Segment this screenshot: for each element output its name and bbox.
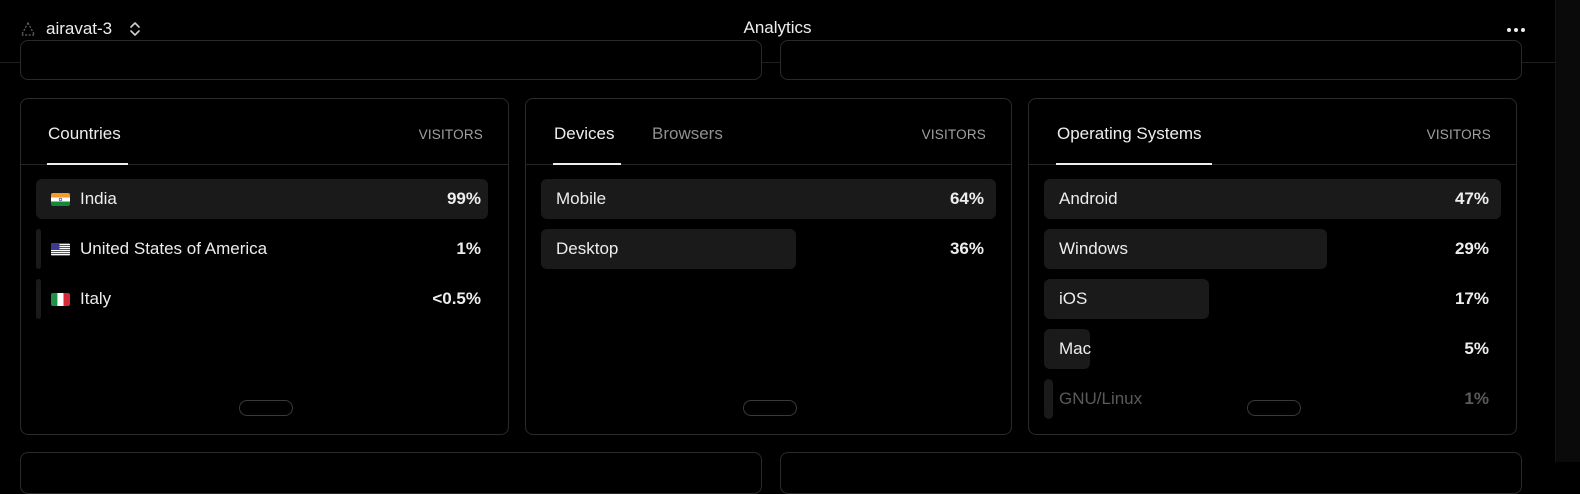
tab-browsers[interactable]: Browsers xyxy=(652,124,723,144)
countries-list: India 99% United States of America 1% It… xyxy=(36,179,493,329)
list-item[interactable]: Desktop 36% xyxy=(541,229,996,269)
active-tab-underline xyxy=(47,163,128,165)
more-horizontal-icon[interactable] xyxy=(1505,20,1527,40)
visitor-percentage: 29% xyxy=(1454,239,1489,258)
list-item[interactable]: iOS 17% xyxy=(1044,279,1501,319)
list-item[interactable]: United States of America 1% xyxy=(36,229,493,269)
india-flag-icon xyxy=(51,192,70,206)
visitors-column-header: VISITORS xyxy=(1426,127,1491,142)
expand-button[interactable] xyxy=(238,400,293,416)
visitor-bar xyxy=(36,229,41,269)
card-below-right xyxy=(780,452,1522,494)
expand-button[interactable] xyxy=(742,400,797,416)
visitor-percentage: 1% xyxy=(456,239,481,258)
tab-countries[interactable]: Countries xyxy=(48,124,121,144)
card-above-left xyxy=(20,40,762,80)
panel-header: Operating Systems VISITORS xyxy=(1029,99,1516,165)
country-name: India xyxy=(80,189,117,208)
devices-panel: Devices Browsers VISITORS Mobile 64% Des… xyxy=(525,98,1012,435)
device-name: Desktop xyxy=(556,239,619,258)
page-title: Analytics xyxy=(743,18,812,37)
os-name: Android xyxy=(1059,189,1118,208)
list-item[interactable]: Mobile 64% xyxy=(541,179,996,219)
country-name: United States of America xyxy=(80,239,268,258)
visitor-percentage: 5% xyxy=(1464,339,1489,358)
active-tab-underline xyxy=(553,163,621,165)
visitor-percentage: 64% xyxy=(949,189,984,208)
visitor-percentage: 1% xyxy=(1464,389,1489,408)
italy-flag-icon xyxy=(51,292,70,306)
os-list: Android 47% Windows 29% iOS 17% Mac 5% G… xyxy=(1044,179,1501,429)
list-item[interactable]: India 99% xyxy=(36,179,493,219)
visitor-percentage: 47% xyxy=(1454,189,1489,208)
visitor-percentage: 99% xyxy=(446,189,481,208)
os-name: GNU/Linux xyxy=(1059,389,1143,408)
panel-header: Countries VISITORS xyxy=(21,99,508,165)
card-below-left xyxy=(20,452,762,494)
operating-systems-panel: Operating Systems VISITORS Android 47% W… xyxy=(1028,98,1517,435)
visitors-column-header: VISITORS xyxy=(418,127,483,142)
usa-flag-icon xyxy=(51,242,70,256)
tab-devices[interactable]: Devices xyxy=(554,124,614,144)
visitor-percentage: 17% xyxy=(1454,289,1489,308)
list-item[interactable]: Android 47% xyxy=(1044,179,1501,219)
scrollbar[interactable] xyxy=(1555,0,1580,462)
visitor-bar xyxy=(541,179,996,219)
list-item[interactable]: Windows 29% xyxy=(1044,229,1501,269)
expand-button[interactable] xyxy=(1246,400,1301,416)
panel-header: Devices Browsers VISITORS xyxy=(526,99,1011,165)
visitors-column-header: VISITORS xyxy=(921,127,986,142)
os-name: iOS xyxy=(1059,289,1088,308)
os-name: Windows xyxy=(1059,239,1128,258)
country-name: Italy xyxy=(80,289,112,308)
tab-operating-systems[interactable]: Operating Systems xyxy=(1057,124,1202,144)
visitor-bar xyxy=(1044,379,1054,419)
list-item[interactable]: Mac 5% xyxy=(1044,329,1501,369)
visitor-bar xyxy=(36,279,41,319)
card-above-right xyxy=(780,40,1522,80)
device-name: Mobile xyxy=(556,189,607,208)
os-name: Mac xyxy=(1059,339,1092,358)
visitor-percentage: 36% xyxy=(949,239,984,258)
list-item[interactable]: Italy <0.5% xyxy=(36,279,493,319)
active-tab-underline xyxy=(1056,163,1212,165)
countries-panel: Countries VISITORS India 99% United Stat… xyxy=(20,98,509,435)
devices-list: Mobile 64% Desktop 36% xyxy=(541,179,996,279)
visitor-percentage: <0.5% xyxy=(432,289,481,308)
